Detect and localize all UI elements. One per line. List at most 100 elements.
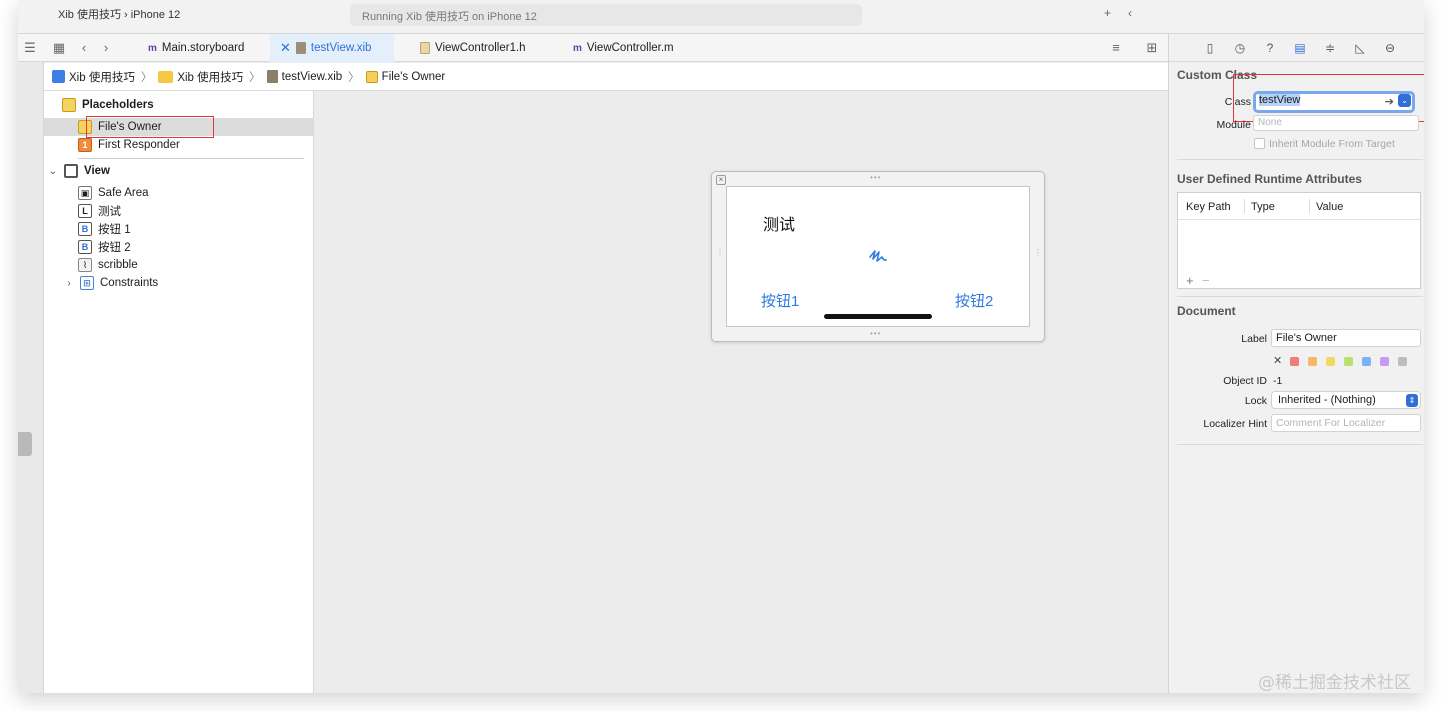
- column-separator: [1244, 199, 1245, 213]
- outline-item-safe-area[interactable]: ▣ Safe Area: [44, 184, 314, 202]
- file-inspector-icon[interactable]: ▯: [1199, 39, 1221, 57]
- constraints-icon: ⊞: [80, 276, 94, 290]
- outline-label: 测试: [98, 206, 121, 218]
- color-swatch-gray[interactable]: [1398, 357, 1407, 366]
- xib-scene-frame[interactable]: × ••• ••• ⋮ ⋮ 测试 按钮1 按钮2: [711, 171, 1045, 342]
- button-icon: B: [78, 222, 92, 236]
- close-tab-icon[interactable]: ✕: [280, 40, 291, 56]
- tab-viewcontroller1-h[interactable]: ViewController1.h: [410, 34, 536, 62]
- module-label: Module: [1216, 119, 1251, 131]
- clear-color-icon[interactable]: ✕: [1273, 354, 1282, 367]
- image-view-icon: ⌇: [78, 258, 92, 272]
- module-field[interactable]: None: [1253, 115, 1419, 131]
- size-inspector-icon[interactable]: ◺: [1349, 39, 1371, 57]
- canvas-button-2[interactable]: 按钮2: [955, 290, 993, 311]
- chevron-down-icon[interactable]: ⌄: [48, 166, 58, 177]
- identity-inspector: ▯ ◷ ? ▤ ≑ ◺ ⊖ Custom Class Class testVie…: [1168, 34, 1424, 693]
- history-inspector-icon[interactable]: ◷: [1229, 39, 1251, 57]
- navigator-gutter: [18, 34, 44, 693]
- forward-icon[interactable]: ›: [98, 40, 114, 56]
- breadcrumb-label: Xib 使用技巧: [177, 71, 244, 84]
- outline-item-constraints[interactable]: › ⊞ Constraints: [44, 274, 314, 292]
- outline-item-first-responder[interactable]: 1 First Responder: [44, 136, 314, 154]
- back-icon[interactable]: ‹: [76, 40, 92, 56]
- object-id-label: Object ID: [1223, 375, 1267, 387]
- close-icon[interactable]: ×: [716, 175, 726, 185]
- related-items-icon[interactable]: ▦: [51, 40, 67, 56]
- test-view[interactable]: 测试 按钮1 按钮2: [726, 186, 1030, 327]
- tab-label: ViewController.m: [586, 42, 674, 54]
- runtime-attributes-table[interactable]: Key Path Type Value + −: [1177, 192, 1421, 289]
- color-swatch-yellow[interactable]: [1326, 357, 1335, 366]
- outline-item-button-1[interactable]: B 按钮 1: [44, 220, 314, 238]
- outline-label: View: [84, 165, 110, 177]
- tab-main-storyboard[interactable]: m Main.storyboard: [138, 34, 254, 62]
- xib-file-icon: [266, 70, 278, 83]
- doc-label-field[interactable]: File's Owner: [1271, 329, 1421, 347]
- lock-popup[interactable]: Inherited - (Nothing) ⇕: [1271, 391, 1421, 409]
- breadcrumb-label: Xib 使用技巧: [69, 71, 135, 84]
- section-divider: [1177, 296, 1423, 297]
- scheme-selector[interactable]: Xib 使用技巧 › iPhone 12: [58, 6, 180, 22]
- outline-label: 按钮 1: [98, 224, 131, 236]
- inherit-module-checkbox[interactable]: [1254, 138, 1265, 149]
- outline-item-button-2[interactable]: B 按钮 2: [44, 238, 314, 256]
- attributes-inspector-icon[interactable]: ≑: [1319, 39, 1341, 57]
- help-inspector-icon[interactable]: ?: [1259, 39, 1281, 57]
- connections-inspector-icon[interactable]: ⊖: [1379, 39, 1401, 57]
- tab-viewcontroller-m[interactable]: m ViewController.m: [563, 34, 684, 62]
- canvas-label[interactable]: 测试: [763, 211, 795, 235]
- color-swatch-orange[interactable]: [1308, 357, 1317, 366]
- document-title: Document: [1177, 304, 1236, 318]
- udra-title: User Defined Runtime Attributes: [1177, 172, 1362, 186]
- xib-file-icon: [295, 42, 306, 54]
- column-header-key-path[interactable]: Key Path: [1186, 201, 1231, 213]
- outline-placeholders-header[interactable]: Placeholders: [44, 96, 314, 114]
- editor-options-icon[interactable]: ≡: [1108, 40, 1124, 56]
- outline-label: Placeholders: [82, 99, 154, 111]
- outline-item-label[interactable]: L 测试: [44, 202, 314, 220]
- localizer-hint-field[interactable]: Comment For Localizer: [1271, 414, 1421, 432]
- add-attribute-button[interactable]: +: [1186, 273, 1194, 288]
- resize-grip-icon[interactable]: ⋮: [716, 248, 725, 257]
- outline-item-view[interactable]: ⌄ View: [44, 162, 314, 180]
- outline-label: Constraints: [100, 277, 159, 289]
- column-header-type[interactable]: Type: [1251, 201, 1275, 213]
- color-swatch-red[interactable]: [1290, 357, 1299, 366]
- tab-testview-xib[interactable]: ✕ testView.xib: [270, 34, 394, 62]
- chevron-right-icon[interactable]: ›: [64, 278, 74, 289]
- breadcrumb-object[interactable]: File's Owner: [365, 70, 445, 83]
- breadcrumb-file[interactable]: testView.xib: [266, 70, 342, 83]
- scribble-icon[interactable]: [867, 247, 889, 267]
- title-bar: Xib 使用技巧 › iPhone 12 Running Xib 使用技巧 on…: [18, 0, 1424, 34]
- resize-grip-icon[interactable]: •••: [870, 173, 881, 182]
- scroll-handle[interactable]: [18, 432, 32, 456]
- header-file-icon: [420, 42, 430, 54]
- interface-builder-canvas[interactable]: × ••• ••• ⋮ ⋮ 测试 按钮1 按钮2: [314, 91, 1168, 693]
- add-library-icon[interactable]: +: [1104, 6, 1111, 20]
- code-review-icon[interactable]: ‹: [1128, 6, 1132, 20]
- activity-view: Running Xib 使用技巧 on iPhone 12: [350, 4, 862, 26]
- inherit-module-label: Inherit Module From Target: [1269, 138, 1395, 150]
- add-editor-icon[interactable]: ⊞: [1144, 40, 1160, 56]
- outline-label: First Responder: [98, 139, 180, 151]
- column-header-value[interactable]: Value: [1316, 201, 1343, 213]
- breadcrumb-group[interactable]: Xib 使用技巧: [158, 69, 243, 85]
- doc-label-label: Label: [1241, 333, 1267, 345]
- canvas-button-1[interactable]: 按钮1: [761, 290, 799, 311]
- column-separator: [1309, 199, 1310, 213]
- remove-attribute-button[interactable]: −: [1202, 273, 1210, 288]
- project-icon: [52, 70, 65, 83]
- resize-grip-icon[interactable]: ⋮: [1034, 248, 1043, 257]
- color-swatch-green[interactable]: [1344, 357, 1353, 366]
- resize-grip-icon[interactable]: •••: [870, 329, 881, 338]
- identity-inspector-icon[interactable]: ▤: [1289, 39, 1311, 57]
- inspector-tabs: ▯ ◷ ? ▤ ≑ ◺ ⊖: [1169, 34, 1424, 62]
- color-swatch-purple[interactable]: [1380, 357, 1389, 366]
- tab-label: Main.storyboard: [161, 42, 245, 54]
- localizer-hint-label: Localizer Hint: [1203, 418, 1267, 430]
- breadcrumb-project[interactable]: Xib 使用技巧: [52, 69, 135, 85]
- color-swatch-blue[interactable]: [1362, 357, 1371, 366]
- outline-item-scribble[interactable]: ⌇ scribble: [44, 256, 314, 274]
- sidebar-toggle-icon[interactable]: ☰: [22, 40, 38, 56]
